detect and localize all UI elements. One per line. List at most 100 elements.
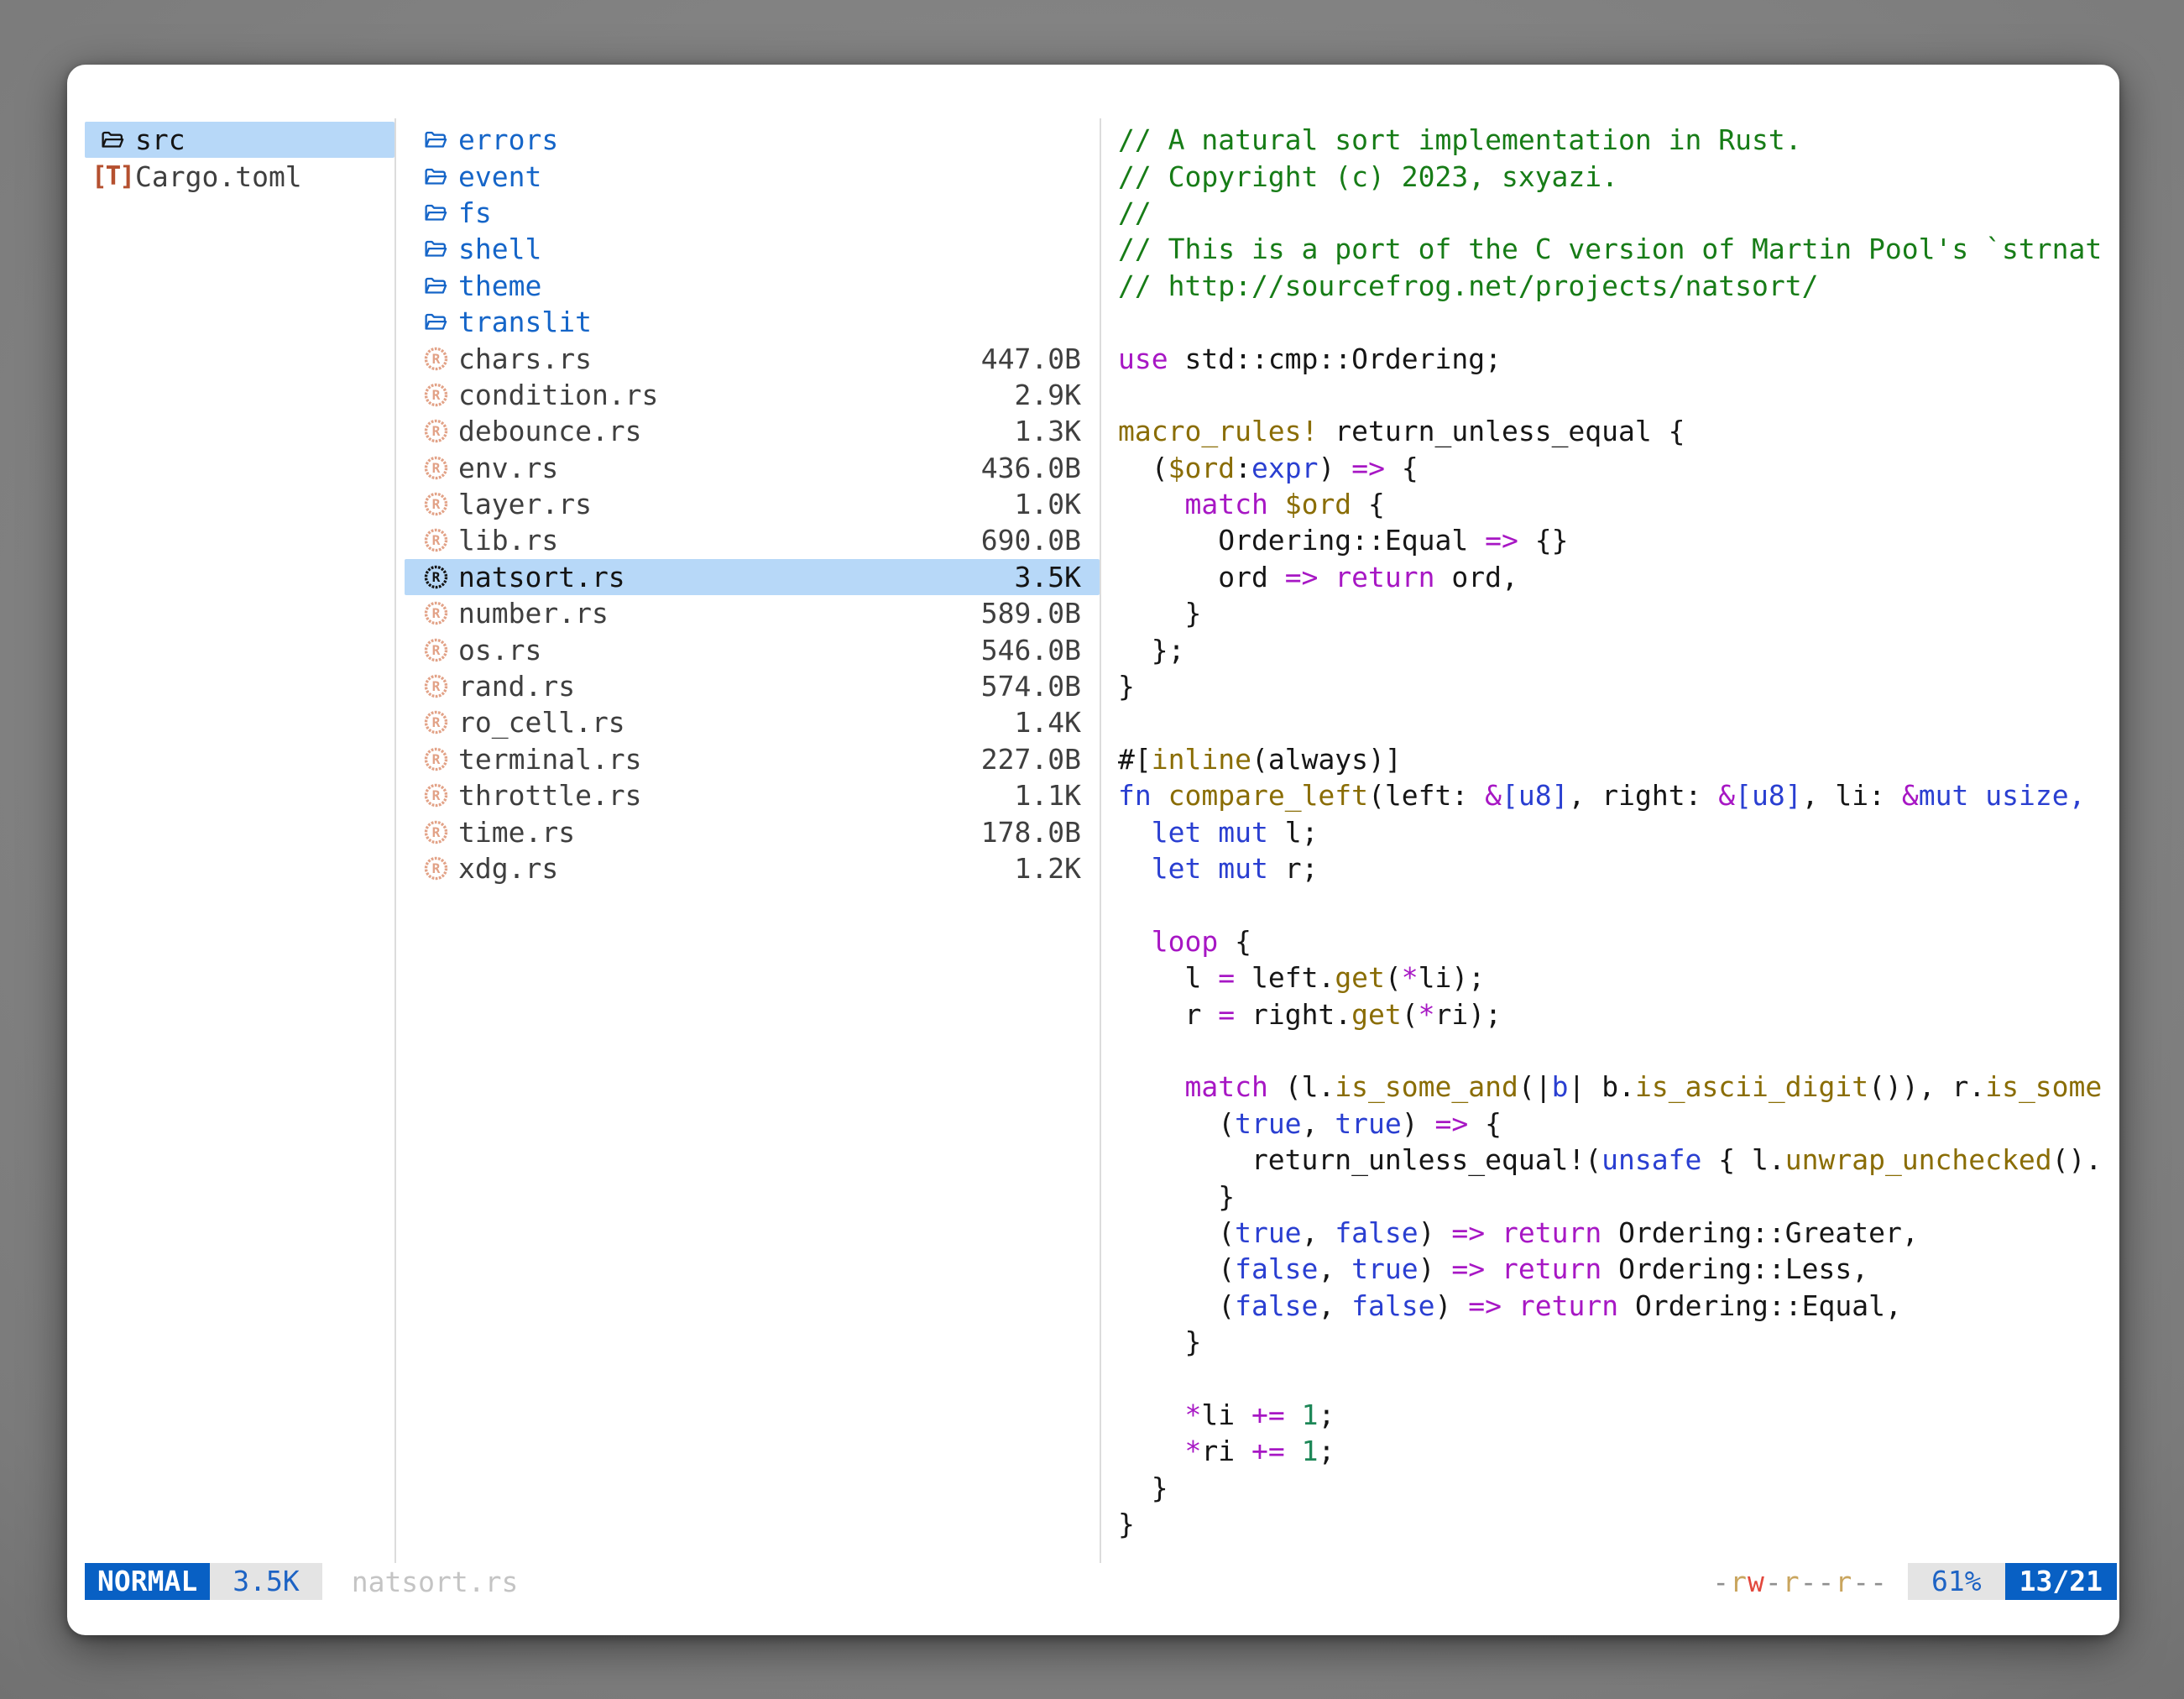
file-row-debounce-rs[interactable]: Rdebounce.rs1.3K <box>405 413 1100 449</box>
file-row-translit[interactable]: translit <box>405 304 1100 340</box>
rust-file-icon: R <box>420 379 452 410</box>
code-line: *li += 1; <box>1118 1397 2118 1433</box>
file-row-cargo-toml[interactable]: [T]Cargo.toml <box>85 158 394 194</box>
svg-text:R: R <box>431 460 440 476</box>
file-size: 574.0B <box>981 670 1081 703</box>
code-line: // This is a port of the C version of Ma… <box>1118 231 2118 267</box>
code-line: #[inline(always)] <box>1118 741 2118 777</box>
code-line: // Copyright (c) 2023, sxyazi. <box>1118 158 2118 194</box>
code-line: *ri += 1; <box>1118 1433 2118 1469</box>
svg-text:R: R <box>431 751 440 767</box>
file-name: env.rs <box>458 452 558 484</box>
file-row-time-rs[interactable]: Rtime.rs178.0B <box>405 813 1100 850</box>
yazi-file-manager-window: src[T]Cargo.toml errorseventfs shell theme… <box>67 65 2119 1635</box>
open-folder-icon <box>420 270 452 301</box>
code-line <box>1118 1032 2118 1069</box>
file-name: fs <box>458 196 492 229</box>
rust-file-icon: R <box>420 562 452 592</box>
file-row-throttle-rs[interactable]: Rthrottle.rs1.1K <box>405 777 1100 813</box>
mode-badge: NORMAL <box>85 1563 210 1600</box>
rust-file-icon: R <box>420 672 452 702</box>
file-row-xdg-rs[interactable]: Rxdg.rs1.2K <box>405 850 1100 886</box>
file-row-os-rs[interactable]: Ros.rs 546.0B <box>405 631 1100 667</box>
svg-text:R: R <box>431 423 440 439</box>
file-row-lib-rs[interactable]: Rlib.rs690.0B <box>405 522 1100 558</box>
rust-file-icon: R <box>420 708 452 738</box>
svg-text:R: R <box>431 569 440 585</box>
rust-file-icon: R <box>420 489 452 520</box>
file-size: 2.9K <box>1015 379 1081 411</box>
code-line: Ordering::Equal => {} <box>1118 522 2118 558</box>
rust-file-icon: R <box>420 744 452 774</box>
code-line <box>1118 1360 2118 1396</box>
file-row-ro-cell-rs[interactable]: Rro_cell.rs 1.4K <box>405 704 1100 740</box>
file-name: shell <box>458 233 541 265</box>
status-bar-right: -rw-r--r-- 61% 13/21 <box>1712 1563 2117 1600</box>
status-bar-left: NORMAL 3.5K natsort.rs <box>85 1563 518 1600</box>
file-row-rand-rs[interactable]: Rrand.rs 574.0B <box>405 668 1100 704</box>
toml-file-icon: [T] <box>97 161 128 191</box>
file-size: 227.0B <box>981 743 1081 776</box>
file-row-env-rs[interactable]: Renv.rs 436.0B <box>405 450 1100 486</box>
rust-file-icon: R <box>420 343 452 374</box>
code-line: // A natural sort implementation in Rust… <box>1118 122 2118 158</box>
file-row-shell[interactable]: shell <box>405 231 1100 267</box>
file-row-event[interactable]: event <box>405 158 1100 194</box>
file-name: event <box>458 160 541 193</box>
svg-text:R: R <box>431 678 440 694</box>
code-line: r = right.get(*ri); <box>1118 996 2118 1032</box>
file-name: ro_cell.rs <box>458 706 625 739</box>
file-row-src[interactable]: src <box>85 122 394 158</box>
file-row-number-rs[interactable]: Rnumber.rs589.0B <box>405 595 1100 631</box>
file-name: theme <box>458 269 541 302</box>
rust-file-icon: R <box>420 416 452 447</box>
file-preview-pane[interactable]: // A natural sort implementation in Rust… <box>1118 122 2118 1563</box>
file-row-errors[interactable]: errors <box>405 122 1100 158</box>
rust-file-icon: R <box>420 452 452 483</box>
file-name: time.rs <box>458 816 575 849</box>
file-name: src <box>135 123 185 156</box>
file-name: os.rs <box>458 634 541 667</box>
rust-file-icon: R <box>420 635 452 665</box>
code-line: match $ord { <box>1118 486 2118 522</box>
code-line: (false, false) => return Ordering::Equal… <box>1118 1288 2118 1324</box>
file-name: layer.rs <box>458 488 592 520</box>
file-name: throttle.rs <box>458 779 642 812</box>
code-line: (true, true) => { <box>1118 1106 2118 1142</box>
code-line <box>1118 304 2118 340</box>
svg-text:R: R <box>431 496 440 512</box>
file-row-layer-rs[interactable]: Rlayer.rs1.0K <box>405 486 1100 522</box>
file-size-badge: 3.5K <box>210 1563 321 1600</box>
code-line: loop { <box>1118 923 2118 959</box>
open-folder-icon <box>420 161 452 191</box>
open-folder-icon <box>420 125 452 155</box>
file-row-fs[interactable]: fs <box>405 195 1100 231</box>
current-directory-pane: errorseventfsshellthemetranslitRchars.rs… <box>405 122 1100 886</box>
status-filename: natsort.rs <box>352 1566 519 1598</box>
file-size: 447.0B <box>981 342 1081 375</box>
file-size: 546.0B <box>981 634 1081 667</box>
desktop-background: src[T]Cargo.toml errorseventfs shell theme… <box>0 0 2184 1699</box>
file-row-chars-rs[interactable]: Rchars.rs 447.0B <box>405 340 1100 376</box>
file-name: rand.rs <box>458 670 575 703</box>
code-line: } <box>1118 668 2118 704</box>
code-line: (false, true) => return Ordering::Less, <box>1118 1251 2118 1287</box>
code-line <box>1118 377 2118 413</box>
code-line: }; <box>1118 631 2118 667</box>
code-line: (true, false) => return Ordering::Greate… <box>1118 1215 2118 1251</box>
file-row-condition-rs[interactable]: Rcondition.rs2.9K <box>405 377 1100 413</box>
file-size: 1.4K <box>1015 706 1081 739</box>
file-row-theme[interactable]: theme <box>405 268 1100 304</box>
file-row-natsort-rs[interactable]: Rnatsort.rs3.5K <box>405 559 1100 595</box>
open-folder-icon <box>420 307 452 337</box>
code-line: } <box>1118 1506 2118 1542</box>
file-size: 1.1K <box>1015 779 1081 812</box>
scroll-percent-badge: 61% <box>1908 1563 2005 1600</box>
file-size: 436.0B <box>981 452 1081 484</box>
open-folder-icon <box>97 125 128 155</box>
code-line: } <box>1118 1178 2118 1214</box>
file-row-terminal-rs[interactable]: Rterminal.rs227.0B <box>405 741 1100 777</box>
file-name: chars.rs <box>458 342 592 375</box>
file-name: lib.rs <box>458 524 558 557</box>
code-line: ord => return ord, <box>1118 559 2118 595</box>
